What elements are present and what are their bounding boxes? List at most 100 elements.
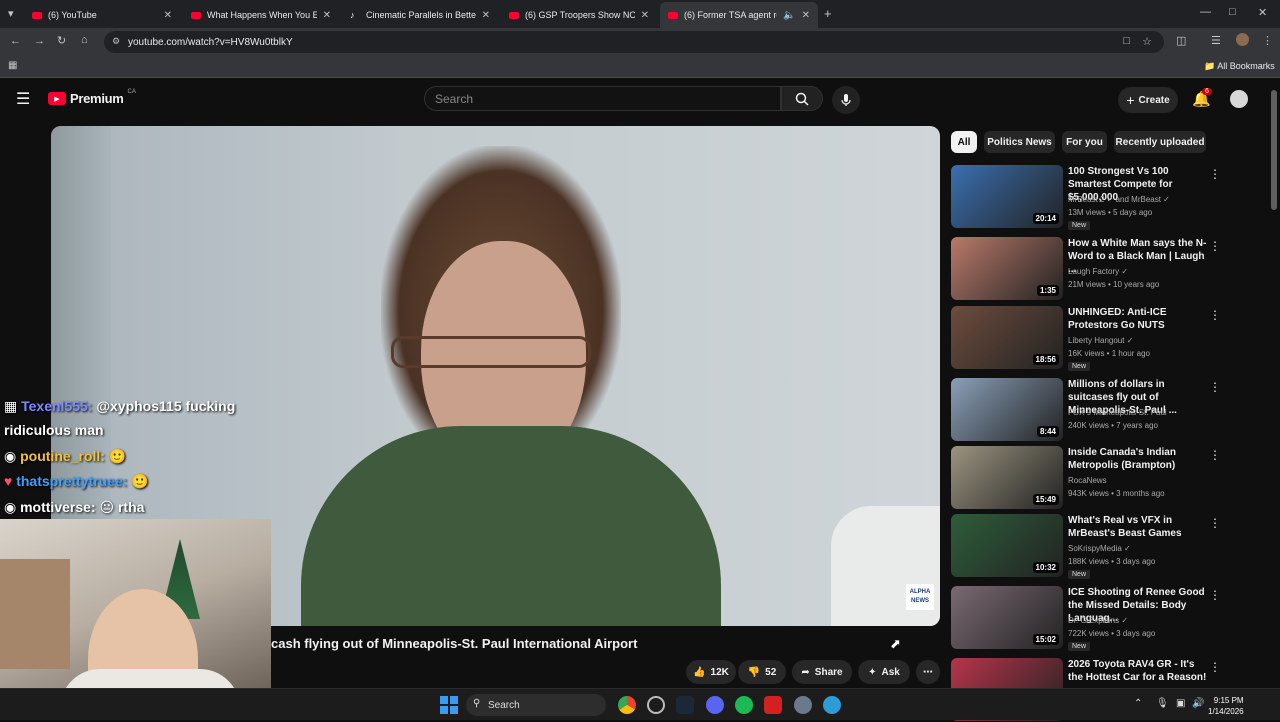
video-thumbnail[interactable]: 15:49	[951, 446, 1063, 509]
steam-icon[interactable]	[676, 696, 694, 714]
media-controls-icon[interactable]: ☰	[1211, 34, 1221, 47]
recommended-video[interactable]: 15:02 ICE Shooting of Renee Good the Miss…	[951, 586, 1271, 651]
taskbar-clock[interactable]: 9:15 PM 1/14/2026	[1208, 695, 1244, 717]
site-info-icon[interactable]: ⚙	[112, 36, 120, 47]
browser-tab[interactable]: What Happens When You Enter ✕	[183, 2, 339, 28]
tray-network-icon[interactable]: ▣	[1176, 698, 1185, 709]
dislike-button[interactable]: 👎 52	[738, 660, 786, 684]
channel-name[interactable]: Liberty Hangout ✓	[1068, 336, 1133, 345]
all-bookmarks[interactable]: 📁 All Bookmarks	[1204, 61, 1275, 72]
chip-all[interactable]: All	[951, 131, 977, 153]
close-icon[interactable]: ✕	[323, 10, 331, 21]
video-duration: 10:32	[1032, 562, 1059, 573]
browser-tab[interactable]: ♪ Cinematic Parallels in Better Ca ✕	[342, 2, 498, 28]
settings-icon[interactable]	[794, 696, 812, 714]
minimize-icon[interactable]: —	[1200, 6, 1211, 18]
notifications-button[interactable]: 🔔 6	[1192, 88, 1212, 109]
voice-search-button[interactable]	[832, 86, 860, 114]
recommended-video[interactable]: 8:44 Millions of dollars in suitcases fly…	[951, 378, 1271, 442]
channel-name[interactable]: Laugh Factory ✓	[1068, 267, 1128, 276]
recommended-video-title[interactable]: UNHINGED: Anti-ICE Protestors Go NUTS	[1068, 306, 1208, 332]
new-tab-icon[interactable]: +	[824, 6, 832, 21]
close-icon[interactable]: ✕	[641, 10, 649, 21]
forward-icon[interactable]: →	[34, 35, 45, 47]
channel-name[interactable]: MrBeast 2 ✓ and MrBeast ✓	[1068, 195, 1170, 204]
app-icon[interactable]	[647, 696, 665, 714]
page-scrollbar[interactable]	[1271, 90, 1277, 210]
video-thumbnail[interactable]: 20:14	[951, 165, 1063, 228]
browser-toolbar: ← → ↻ ⌂ ⚙ youtube.com/watch?v=HV8Wu0tblk…	[0, 28, 1280, 56]
more-actions-button[interactable]: ⋯	[916, 660, 940, 684]
discord-icon[interactable]	[706, 696, 724, 714]
maximize-icon[interactable]: □	[1229, 6, 1236, 18]
tray-volume-icon[interactable]: 🔊	[1192, 698, 1204, 709]
like-button[interactable]: 👍 12K	[686, 660, 736, 684]
close-icon[interactable]: ✕	[802, 10, 810, 21]
window-close-icon[interactable]: ✕	[1258, 6, 1267, 19]
tray-chevron-icon[interactable]: ⌃	[1134, 698, 1142, 709]
home-icon[interactable]: ⌂	[81, 34, 88, 46]
channel-name[interactable]: RocaNews	[1068, 476, 1107, 485]
recommended-video-title[interactable]: 2026 Toyota RAV4 GR - It's the Hottest C…	[1068, 658, 1208, 684]
chrome-icon[interactable]	[618, 696, 636, 714]
channel-name[interactable]: SoKrispyMedia ✓	[1068, 544, 1131, 553]
bookmark-star-icon[interactable]: ☆	[1142, 35, 1152, 48]
more-vertical-icon[interactable]: ⋮	[1209, 588, 1221, 602]
spotify-icon[interactable]	[735, 696, 753, 714]
menu-kebab-icon[interactable]: ⋮	[1262, 34, 1273, 47]
cast-icon[interactable]: □	[1123, 35, 1130, 47]
more-vertical-icon[interactable]: ⋮	[1209, 516, 1221, 530]
browser-app-icon[interactable]	[823, 696, 841, 714]
address-bar[interactable]: ⚙ youtube.com/watch?v=HV8Wu0tblkY □ ☆	[104, 31, 1164, 53]
extensions-icon[interactable]: ◫	[1176, 34, 1186, 47]
search-input[interactable]: Search	[424, 86, 781, 111]
channel-name[interactable]: FOX 9 Minneapolis-St. Paul	[1068, 408, 1167, 417]
browser-tab[interactable]: (6) GSP Troopers Show NO ME ✕	[501, 2, 657, 28]
video-thumbnail[interactable]: 8:44	[951, 378, 1063, 441]
chip-politics-news[interactable]: Politics News	[984, 131, 1055, 153]
apps-grid-icon[interactable]: ▦	[8, 60, 17, 71]
chip-recently-uploaded[interactable]: Recently uploaded	[1114, 131, 1206, 153]
recommended-video-title[interactable]: What's Real vs VFX in MrBeast's Beast Ga…	[1068, 514, 1208, 540]
hamburger-menu-icon[interactable]: ☰	[16, 89, 30, 109]
video-thumbnail[interactable]: 1:35	[951, 237, 1063, 300]
tab-search-icon[interactable]: ▾	[8, 7, 14, 20]
search-icon: ⚲	[473, 698, 481, 709]
account-avatar[interactable]	[1230, 90, 1248, 108]
more-vertical-icon[interactable]: ⋮	[1209, 308, 1221, 322]
browser-tab[interactable]: (6) YouTube ✕	[24, 2, 180, 28]
youtube-logo[interactable]: ▶ Premium CA	[48, 89, 136, 106]
start-button[interactable]	[440, 696, 458, 714]
speaker-icon[interactable]: 🔈	[783, 10, 795, 21]
channel-name[interactable]: Dr. G Explains ✓	[1068, 616, 1128, 625]
ask-button[interactable]: ✦ Ask	[858, 660, 910, 684]
more-vertical-icon[interactable]: ⋮	[1209, 448, 1221, 462]
video-thumbnail[interactable]: 15:02	[951, 586, 1063, 649]
more-vertical-icon[interactable]: ⋮	[1209, 660, 1221, 674]
more-vertical-icon[interactable]: ⋮	[1209, 380, 1221, 394]
channel-watermark[interactable]: ALPHA NEWS	[906, 584, 934, 610]
recommended-video-title[interactable]: Inside Canada's Indian Metropolis (Bramp…	[1068, 446, 1208, 472]
chip-for-you[interactable]: For you	[1062, 131, 1107, 153]
video-thumbnail[interactable]: 10:32	[951, 514, 1063, 577]
close-icon[interactable]: ✕	[482, 10, 490, 21]
taskbar-search[interactable]: ⚲ Search	[466, 694, 606, 716]
media-player-icon[interactable]	[764, 696, 782, 714]
recommended-video[interactable]: 18:56 UNHINGED: Anti-ICE Protestors Go NU…	[951, 306, 1271, 371]
search-button[interactable]	[781, 86, 823, 111]
profile-avatar[interactable]	[1236, 33, 1249, 46]
recommended-video[interactable]: 1:35 How a White Man says the N-Word to a…	[951, 237, 1271, 301]
recommended-video[interactable]: 15:49 Inside Canada's Indian Metropolis (…	[951, 446, 1271, 510]
video-thumbnail[interactable]: 18:56	[951, 306, 1063, 369]
recommended-video[interactable]: 20:14 100 Strongest Vs 100 Smartest Compe…	[951, 165, 1271, 230]
more-vertical-icon[interactable]: ⋮	[1209, 239, 1221, 253]
share-button[interactable]: ➦ Share	[792, 660, 852, 684]
more-vertical-icon[interactable]: ⋮	[1209, 167, 1221, 181]
create-button[interactable]: + Create	[1118, 87, 1178, 113]
back-icon[interactable]: ←	[10, 35, 21, 47]
tray-mic-icon[interactable]: 🎙	[1156, 698, 1169, 709]
reload-icon[interactable]: ↻	[57, 34, 66, 47]
browser-tab-active[interactable]: (6) Former TSA agent recall 🔈 ✕	[660, 2, 818, 28]
close-icon[interactable]: ✕	[164, 10, 172, 21]
recommended-video[interactable]: 10:32 What's Real vs VFX in MrBeast's Bea…	[951, 514, 1271, 579]
